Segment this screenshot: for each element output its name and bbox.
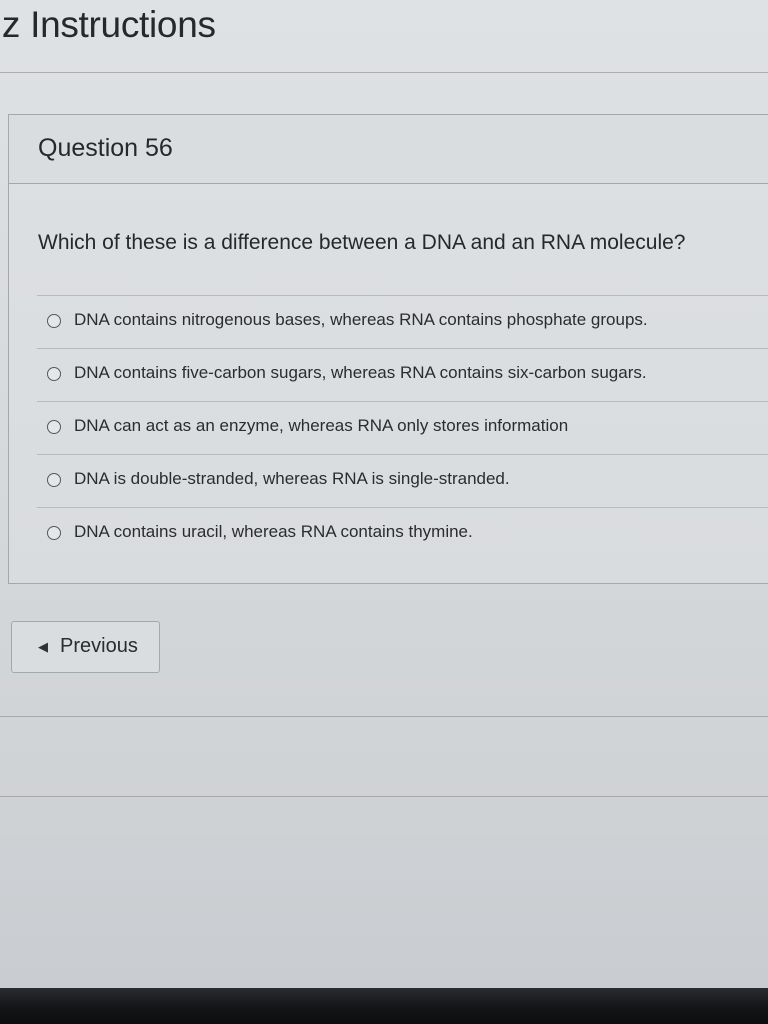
answer-label[interactable]: DNA is double-stranded, whereas RNA is s… xyxy=(74,469,510,489)
answer-label[interactable]: DNA contains nitrogenous bases, whereas … xyxy=(74,310,648,330)
question-header: Question 56 xyxy=(9,115,768,184)
page-header: iz Instructions xyxy=(0,0,768,73)
answer-option-5[interactable]: DNA contains uracil, whereas RNA contain… xyxy=(37,507,768,560)
answer-label[interactable]: DNA contains uracil, whereas RNA contain… xyxy=(74,522,473,542)
page-title: iz Instructions xyxy=(0,4,216,45)
screen-bezel xyxy=(0,988,768,1024)
answer-option-3[interactable]: DNA can act as an enzyme, whereas RNA on… xyxy=(37,401,768,454)
answer-option-2[interactable]: DNA contains five-carbon sugars, whereas… xyxy=(37,348,768,401)
radio-button-icon[interactable] xyxy=(47,526,61,540)
question-number: Question 56 xyxy=(38,134,173,162)
answer-option-1[interactable]: DNA contains nitrogenous bases, whereas … xyxy=(37,295,768,348)
answer-option-4[interactable]: DNA is double-stranded, whereas RNA is s… xyxy=(37,454,768,507)
answer-label[interactable]: DNA can act as an enzyme, whereas RNA on… xyxy=(74,416,568,436)
radio-button-icon[interactable] xyxy=(47,367,61,381)
radio-button-icon[interactable] xyxy=(47,420,61,434)
question-card: Question 56 Which of these is a differen… xyxy=(8,114,768,584)
answer-label[interactable]: DNA contains five-carbon sugars, whereas… xyxy=(74,363,647,383)
radio-button-icon[interactable] xyxy=(47,473,61,487)
question-text: Which of these is a difference between a… xyxy=(38,231,686,254)
radio-button-icon[interactable] xyxy=(47,314,61,328)
left-arrow-icon: ◀ xyxy=(38,639,48,654)
answer-options: DNA contains nitrogenous bases, whereas … xyxy=(37,295,768,560)
divider xyxy=(0,716,768,717)
divider xyxy=(0,796,768,797)
previous-button[interactable]: ◀ Previous xyxy=(11,621,160,673)
previous-label: Previous xyxy=(60,635,138,657)
